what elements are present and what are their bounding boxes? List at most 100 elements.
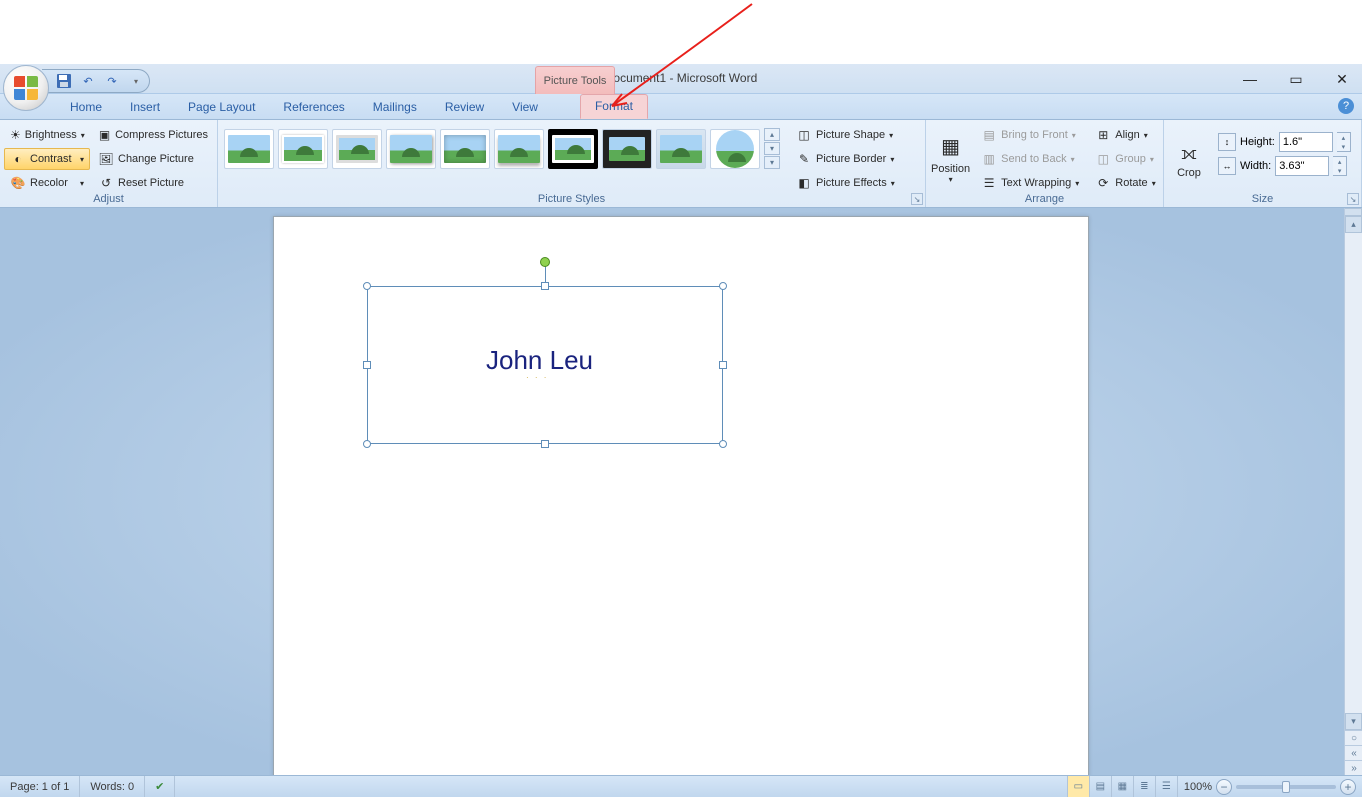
zoom-percent[interactable]: 100% — [1184, 781, 1212, 793]
help-icon[interactable]: ? — [1338, 98, 1354, 114]
status-proofing[interactable]: ✔ — [145, 776, 175, 797]
change-picture-label: Change Picture — [118, 153, 194, 165]
style-thumb-7[interactable] — [548, 129, 598, 169]
change-picture-button[interactable]: 🖼 Change Picture — [92, 148, 214, 170]
change-picture-icon: 🖼 — [98, 151, 114, 167]
scroll-up-arrow[interactable]: ▴ — [1345, 216, 1362, 233]
contrast-label: Contrast — [30, 153, 72, 165]
next-page-icon[interactable]: » — [1345, 760, 1362, 775]
style-thumb-1[interactable] — [224, 129, 274, 169]
resize-handle-l[interactable] — [363, 361, 371, 369]
size-dialog-launcher[interactable]: ↘ — [1347, 193, 1359, 205]
resize-handle-tr[interactable] — [719, 282, 727, 290]
picture-shape-button[interactable]: ◫ Picture Shape ▾ — [790, 124, 901, 146]
view-outline[interactable]: ≣ — [1133, 776, 1155, 797]
split-handle[interactable] — [1345, 208, 1362, 216]
zoom-out-button[interactable]: − — [1216, 779, 1232, 795]
text-wrapping-icon: ☰ — [981, 175, 997, 191]
rotation-handle[interactable] — [540, 257, 550, 267]
tab-home[interactable]: Home — [56, 96, 116, 119]
picture-effects-icon: ◧ — [796, 175, 812, 191]
align-button[interactable]: ⊞ Align▾ — [1089, 124, 1161, 146]
style-thumb-9[interactable] — [656, 129, 706, 169]
position-label: Position — [931, 163, 970, 175]
height-input[interactable] — [1279, 132, 1333, 152]
undo-icon[interactable]: ↶ — [80, 73, 96, 89]
width-spin-down[interactable]: ▾ — [1333, 166, 1346, 175]
tab-format[interactable]: Format — [580, 94, 648, 119]
style-thumb-5[interactable] — [440, 129, 490, 169]
style-thumb-10[interactable] — [710, 129, 760, 169]
zoom-slider-thumb[interactable] — [1282, 781, 1290, 793]
signature-content: John Leu — [486, 345, 593, 375]
contrast-button[interactable]: ◐ Contrast ▾ — [4, 148, 90, 170]
resize-handle-br[interactable] — [719, 440, 727, 448]
picture-shape-label: Picture Shape — [816, 129, 885, 141]
height-label: Height: — [1240, 136, 1275, 148]
bring-to-front-button[interactable]: ▤ Bring to Front▾ — [975, 124, 1085, 146]
view-print-layout[interactable]: ▭ — [1067, 776, 1089, 797]
zoom-in-button[interactable]: + — [1340, 779, 1356, 795]
style-thumb-6[interactable] — [494, 129, 544, 169]
gallery-scroll-up[interactable]: ▴ — [764, 128, 780, 141]
crop-label: Crop — [1177, 167, 1201, 179]
height-spin-down[interactable]: ▾ — [1337, 142, 1350, 151]
compress-pictures-button[interactable]: ▣ Compress Pictures — [92, 124, 214, 146]
style-thumb-4[interactable] — [386, 129, 436, 169]
brightness-label: Brightness — [25, 129, 77, 141]
resize-handle-b[interactable] — [541, 440, 549, 448]
reset-label: Reset Picture — [118, 177, 184, 189]
tab-mailings[interactable]: Mailings — [359, 96, 431, 119]
send-to-back-button[interactable]: ▥ Send to Back▾ — [975, 148, 1085, 170]
view-draft[interactable]: ☰ — [1155, 776, 1177, 797]
resize-handle-tl[interactable] — [363, 282, 371, 290]
vertical-scrollbar[interactable]: ▴ ▾ ○ « » — [1344, 208, 1362, 775]
group-button[interactable]: ◫ Group▾ — [1089, 148, 1161, 170]
status-words[interactable]: Words: 0 — [80, 776, 145, 797]
tab-references[interactable]: References — [269, 96, 358, 119]
height-spin-up[interactable]: ▴ — [1337, 133, 1350, 142]
minimize-button[interactable]: — — [1242, 71, 1258, 87]
close-button[interactable]: ✕ — [1334, 71, 1350, 87]
crop-button[interactable]: ⟗ Crop — [1168, 126, 1210, 192]
style-thumb-8[interactable] — [602, 129, 652, 169]
group-label-adjust: Adjust — [0, 191, 217, 207]
style-thumb-3[interactable] — [332, 129, 382, 169]
resize-handle-r[interactable] — [719, 361, 727, 369]
width-input[interactable] — [1275, 156, 1329, 176]
save-icon[interactable] — [56, 73, 72, 89]
gallery-scroll-down[interactable]: ▾ — [764, 142, 780, 155]
qat-customize-icon[interactable]: ▾ — [128, 73, 144, 89]
scroll-track[interactable] — [1345, 233, 1362, 713]
width-spin-up[interactable]: ▴ — [1333, 157, 1346, 166]
view-full-screen[interactable]: ▤ — [1089, 776, 1111, 797]
picture-selection-box[interactable]: John Leu · · · — [367, 286, 723, 444]
document-area[interactable]: John Leu · · · — [0, 208, 1362, 775]
picture-styles-dialog-launcher[interactable]: ↘ — [911, 193, 923, 205]
recolor-icon: 🎨 — [10, 175, 26, 191]
tab-insert[interactable]: Insert — [116, 96, 174, 119]
view-web-layout[interactable]: ▦ — [1111, 776, 1133, 797]
tab-page-layout[interactable]: Page Layout — [174, 96, 269, 119]
position-button[interactable]: ▦ Position ▾ — [930, 124, 971, 190]
resize-handle-t[interactable] — [541, 282, 549, 290]
tab-view[interactable]: View — [498, 96, 552, 119]
redo-icon[interactable]: ↷ — [104, 73, 120, 89]
select-browse-object-icon[interactable]: ○ — [1345, 730, 1362, 745]
tab-review[interactable]: Review — [431, 96, 498, 119]
office-button[interactable] — [3, 65, 49, 111]
style-thumb-2[interactable] — [278, 129, 328, 169]
resize-handle-bl[interactable] — [363, 440, 371, 448]
maximize-button[interactable]: ▭ — [1288, 71, 1304, 87]
group-picture-styles: ▴ ▾ ▾ ◫ Picture Shape ▾ ✎ Picture Border… — [218, 120, 926, 207]
bring-to-front-icon: ▤ — [981, 127, 997, 143]
width-icon: ↔ — [1218, 157, 1236, 175]
scroll-down-arrow[interactable]: ▾ — [1345, 713, 1362, 730]
gallery-more[interactable]: ▾ — [764, 156, 780, 169]
brightness-button[interactable]: ☀ Brightness ▾ — [4, 124, 90, 146]
zoom-slider[interactable] — [1236, 785, 1336, 789]
status-page[interactable]: Page: 1 of 1 — [0, 776, 80, 797]
previous-page-icon[interactable]: « — [1345, 745, 1362, 760]
group-ctrl-label: Group — [1115, 153, 1146, 165]
picture-border-button[interactable]: ✎ Picture Border ▾ — [790, 148, 901, 170]
